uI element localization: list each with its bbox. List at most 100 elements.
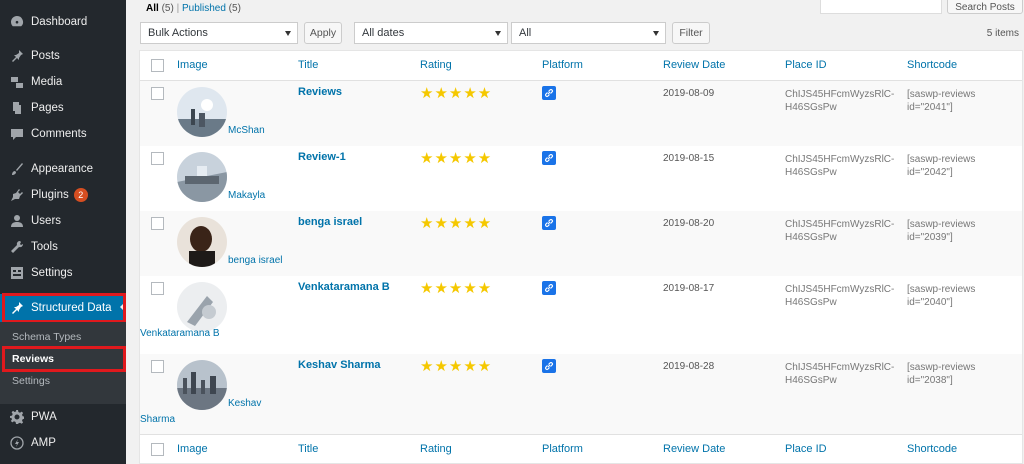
reviews-table: Image Title Rating Platform Review Date …	[139, 50, 1023, 464]
place-id: ChIJS45HFcmWyzsRlC- H46SGsPw	[785, 154, 895, 178]
sidebar-item-media[interactable]: Media	[0, 69, 126, 95]
apply-button[interactable]: Apply	[304, 22, 342, 44]
sidebar-item-tools[interactable]: Tools	[0, 234, 126, 260]
column-review-date[interactable]: Review Date	[663, 443, 725, 455]
column-rating[interactable]: Rating	[420, 443, 452, 455]
table-header: Image Title Rating Platform Review Date …	[140, 51, 1022, 81]
author-name[interactable]: benga israel	[228, 253, 282, 269]
review-date: 2019-08-17	[663, 283, 715, 294]
view-all[interactable]: All	[146, 3, 159, 14]
row-checkbox[interactable]	[151, 360, 164, 373]
column-place-id[interactable]: Place ID	[785, 443, 827, 455]
link-icon	[542, 86, 556, 100]
review-title[interactable]: Reviews	[298, 86, 342, 98]
submenu-item-schema-types[interactable]: Schema Types	[0, 326, 126, 348]
place-id: ChIJS45HFcmWyzsRlC- H46SGsPw	[785, 219, 895, 243]
column-image[interactable]: Image	[177, 59, 208, 71]
sidebar-item-dashboard[interactable]: Dashboard	[0, 9, 126, 35]
column-review-date[interactable]: Review Date	[663, 59, 725, 71]
row-checkbox[interactable]	[151, 217, 164, 230]
link-icon	[542, 151, 556, 165]
chevron-down-icon	[495, 31, 501, 36]
star-rating: ★★★★★	[420, 85, 493, 102]
filter-button[interactable]: Filter	[672, 22, 710, 44]
submenu-item-reviews[interactable]: Reviews	[0, 348, 126, 370]
sidebar-item-comments[interactable]: Comments	[0, 121, 126, 147]
search-posts-button[interactable]: Search Posts	[947, 0, 1023, 14]
plugin-icon	[10, 188, 24, 202]
view-published-count: (5)	[228, 3, 241, 14]
sidebar-item-structured-data[interactable]: Structured Data	[0, 294, 126, 322]
link-icon	[542, 216, 556, 230]
column-shortcode[interactable]: Shortcode	[907, 443, 957, 455]
column-rating[interactable]: Rating	[420, 59, 452, 71]
bulk-actions-select[interactable]: Bulk Actions	[140, 22, 298, 44]
sidebar-item-label: PWA	[31, 411, 57, 423]
platform-filter-select[interactable]: All	[511, 22, 666, 44]
author-name[interactable]: Venkataramana B	[140, 326, 220, 342]
shortcode: [saswp-reviews id="2039"]	[907, 219, 976, 243]
sidebar-item-label: Media	[31, 76, 63, 88]
sidebar-item-settings[interactable]: Settings	[0, 260, 126, 286]
row-checkbox[interactable]	[151, 282, 164, 295]
link-icon	[542, 281, 556, 295]
table-row: Makayla Review-1 ★★★★★ 2019-08-15 ChIJS4…	[140, 146, 1022, 211]
sidebar-item-pwa[interactable]: PWA	[0, 404, 126, 430]
star-rating: ★★★★★	[420, 358, 493, 375]
column-shortcode[interactable]: Shortcode	[907, 59, 957, 71]
review-title[interactable]: benga israel	[298, 216, 362, 228]
column-title[interactable]: Title	[298, 59, 318, 71]
chevron-down-icon	[285, 31, 291, 36]
submenu-item-settings[interactable]: Settings	[0, 370, 126, 392]
gear-icon	[10, 410, 24, 424]
sidebar-item-users[interactable]: Users	[0, 208, 126, 234]
plugins-update-badge: 2	[73, 188, 88, 202]
avatar	[177, 87, 227, 137]
column-image[interactable]: Image	[177, 443, 208, 455]
review-date: 2019-08-28	[663, 361, 715, 372]
column-title[interactable]: Title	[298, 443, 318, 455]
column-platform[interactable]: Platform	[542, 59, 583, 71]
review-date: 2019-08-20	[663, 218, 715, 229]
author-name[interactable]: Makayla	[228, 188, 265, 204]
view-all-count: (5)	[161, 3, 174, 14]
review-title[interactable]: Review-1	[298, 151, 346, 163]
avatar	[177, 282, 227, 332]
author-name[interactable]: Keshav	[228, 396, 261, 412]
sidebar-item-posts[interactable]: Posts	[0, 43, 126, 69]
table-row: Keshav Sharma Keshav Sharma ★★★★★ 2019-0…	[140, 354, 1022, 434]
author-name[interactable]: McShan	[228, 123, 265, 139]
search-input[interactable]	[820, 0, 942, 14]
table-row: Venkataramana B Venkataramana B ★★★★★ 20…	[140, 276, 1022, 341]
sidebar-item-amp[interactable]: AMP	[0, 430, 126, 456]
place-id: ChIJS45HFcmWyzsRlC- H46SGsPw	[785, 362, 895, 386]
author-name-continued[interactable]: Sharma	[140, 412, 175, 428]
sidebar-item-label: Users	[31, 215, 62, 227]
sidebar-item-label: AMP	[31, 437, 56, 449]
view-published[interactable]: Published	[182, 3, 226, 14]
select-all-checkbox[interactable]	[151, 59, 164, 72]
review-title[interactable]: Venkataramana B	[298, 281, 390, 293]
column-place-id[interactable]: Place ID	[785, 59, 827, 71]
row-checkbox[interactable]	[151, 152, 164, 165]
chevron-down-icon	[653, 31, 659, 36]
link-icon	[542, 359, 556, 373]
shortcode: [saswp-reviews id="2041"]	[907, 89, 976, 113]
row-checkbox[interactable]	[151, 87, 164, 100]
sidebar-item-pages[interactable]: Pages	[0, 95, 126, 121]
wrench-icon	[10, 240, 24, 254]
sidebar-item-plugins[interactable]: Plugins 2	[0, 182, 126, 208]
avatar	[177, 217, 227, 267]
pin-icon	[10, 301, 24, 315]
select-all-checkbox-footer[interactable]	[151, 443, 164, 456]
review-title[interactable]: Keshav Sharma	[298, 359, 381, 371]
pin-icon	[10, 49, 24, 63]
sidebar-item-label: Posts	[31, 50, 60, 62]
review-date: 2019-08-15	[663, 153, 715, 164]
dates-select[interactable]: All dates	[354, 22, 508, 44]
avatar	[177, 360, 227, 410]
settings-icon	[10, 266, 24, 280]
sidebar-item-appearance[interactable]: Appearance	[0, 156, 126, 182]
column-platform[interactable]: Platform	[542, 443, 583, 455]
star-rating: ★★★★★	[420, 150, 493, 167]
